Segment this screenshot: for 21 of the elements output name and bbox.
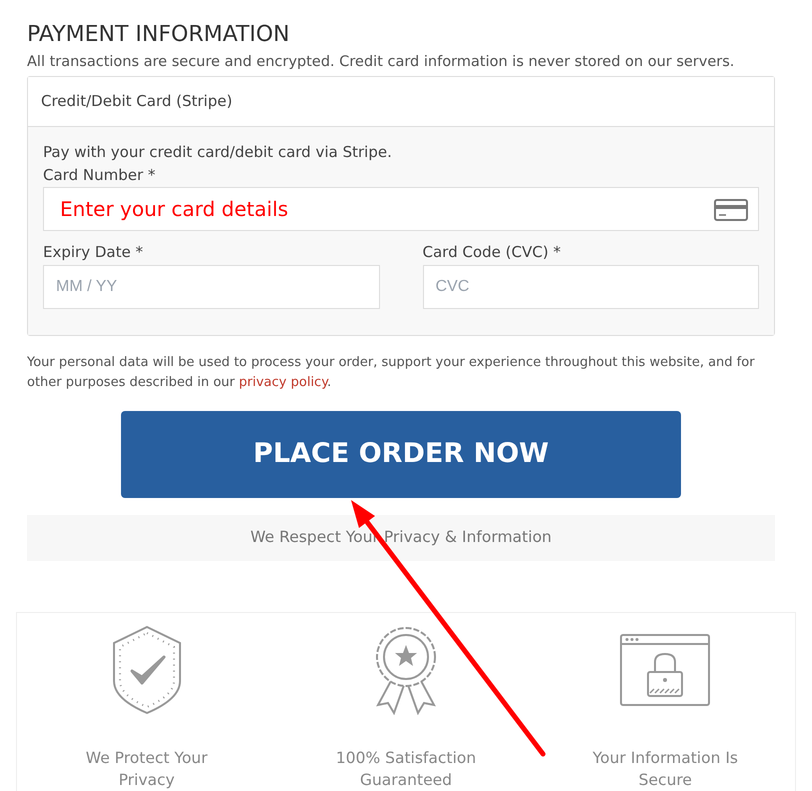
privacy-note: Your personal data will be used to process your order, support your experience throughout this website, and for other purposes described in our privacy policy. [27, 354, 756, 392]
section-subheading: All transactions are secure and encrypted. Credit card information is never stored on our servers. [27, 53, 736, 72]
section-heading: PAYMENT INFORMATION [27, 21, 291, 49]
field-label: Card Code (CVC) * [422, 242, 562, 263]
input-field[interactable]: MM / YY [43, 264, 380, 308]
browser-lock-icon [620, 634, 710, 706]
feature-title: 100% Satisfaction Guaranteed [334, 748, 478, 790]
credit-card-icon [714, 199, 748, 221]
input-field[interactable]: CVC [422, 264, 759, 308]
feature-title: We Protect Your Privacy [84, 748, 208, 790]
input-field[interactable]: Enter your card details [43, 187, 759, 231]
feature-title: Your Information Is Secure [592, 748, 739, 790]
privacy-policy-link[interactable]: privacy policy [238, 374, 328, 390]
award-ribbon-icon [374, 624, 438, 714]
method-description: Pay with your credit card/debit card via Stripe. [43, 142, 393, 163]
place-order-button[interactable]: PLACE ORDER NOW [121, 410, 681, 498]
method-title[interactable]: Credit/Debit Card (Stripe) [28, 77, 774, 127]
field-label: Card Number * [43, 164, 156, 186]
shield-check-icon [112, 624, 182, 714]
field-label: Expiry Date * [43, 242, 144, 263]
annotation-text: Enter your card details [59, 196, 288, 223]
